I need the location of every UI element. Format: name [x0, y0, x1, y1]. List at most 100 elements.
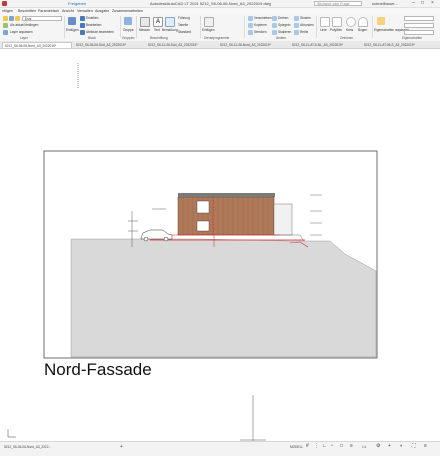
osnap-icon[interactable]: □	[340, 444, 343, 449]
group-label-annotation[interactable]: Beschriftung	[150, 36, 168, 40]
move-button[interactable]: Verschieben	[254, 16, 272, 20]
group-icon[interactable]	[124, 17, 132, 25]
add-layout-icon[interactable]: +	[120, 445, 123, 450]
rotate-icon[interactable]	[272, 16, 277, 21]
text-style-dropdown[interactable]: Standard	[178, 30, 191, 34]
minimize-icon[interactable]: –	[412, 0, 415, 7]
scale-icon[interactable]	[272, 30, 277, 35]
move-icon[interactable]	[248, 16, 253, 21]
file-tab[interactable]: 5212_S6-11-AT-06-S_A3_2022019*	[362, 42, 432, 48]
linetype-dropdown[interactable]	[404, 23, 434, 28]
mirror-button[interactable]: Spiegeln	[278, 23, 290, 27]
snap-icon[interactable]: ⋮	[314, 444, 319, 449]
color-dropdown[interactable]	[404, 16, 434, 21]
group-label-properties[interactable]: Eigenschaften	[402, 36, 422, 40]
block-attribute-icon[interactable]	[80, 30, 85, 35]
fillet-button[interactable]: Abrunden	[300, 23, 314, 27]
stretch-icon[interactable]	[248, 30, 253, 35]
file-tab[interactable]: 5212_S6-11-06-Nord_A3_2022019*	[218, 42, 288, 48]
annotation-scale[interactable]: 1:1	[362, 445, 366, 449]
group-label-block[interactable]: Block	[88, 36, 96, 40]
layer-dropdown[interactable]: Esrs	[22, 16, 62, 21]
arc-icon[interactable]	[358, 17, 368, 27]
table-button[interactable]: Tabelle	[178, 23, 188, 27]
insert-block-icon[interactable]	[68, 17, 76, 25]
file-tab-active[interactable]: 5212_S6-06-06-Nord_A3_2022019*	[2, 42, 72, 48]
isolate-icon[interactable]: ◐	[400, 444, 403, 449]
file-tab-label: 5212_S6-11-AT-6-NL_A3_2022019*	[292, 43, 343, 47]
file-tab[interactable]: 5212_S6-06-06-Süd_A3_2022019*	[74, 42, 144, 48]
close-icon[interactable]: ×	[431, 0, 434, 7]
leader-button[interactable]: Führung	[178, 16, 190, 20]
drawing-svg	[7, 63, 378, 441]
measure-button[interactable]: Messen	[139, 28, 150, 32]
measure-icon[interactable]	[140, 17, 150, 27]
grid-icon[interactable]: #	[306, 444, 309, 449]
rotate-button[interactable]: Drehen	[278, 16, 288, 20]
search-input[interactable]: Stichwort oder Frage eingeben	[314, 1, 362, 11]
match-properties-icon[interactable]	[377, 17, 385, 25]
dimension-button[interactable]: Bemaßung	[162, 28, 178, 32]
polyline-button[interactable]: Polylinie	[330, 28, 342, 32]
block-create-button[interactable]: Erstellen	[86, 16, 98, 20]
block-edit-icon[interactable]	[80, 23, 85, 28]
arc-button[interactable]: Bogen	[358, 28, 367, 32]
group-label-utilities[interactable]: Dienstprogramme	[204, 36, 229, 40]
trim-button[interactable]: Stutzen	[300, 16, 311, 20]
layer-match-button[interactable]: Layer anpassen	[10, 30, 33, 34]
status-bar: 5212_S6-06-06-Nord_A3_2022... + MODELL #…	[0, 441, 440, 456]
copy-icon[interactable]	[248, 23, 253, 28]
group-button[interactable]: Gruppe	[123, 28, 134, 32]
line-icon[interactable]	[320, 17, 330, 27]
copy-button[interactable]: Kopieren	[254, 23, 267, 27]
menu-icon[interactable]: ≡	[424, 444, 427, 449]
insert-button[interactable]: Einfügen	[66, 28, 79, 32]
polar-icon[interactable]: ◔	[330, 444, 333, 449]
app-logo-icon[interactable]	[2, 1, 7, 6]
array-icon[interactable]	[294, 30, 299, 35]
stretch-button[interactable]: Strecken	[254, 30, 267, 34]
fillet-icon[interactable]	[294, 23, 299, 28]
text-button[interactable]: Text	[154, 28, 160, 32]
fullscreen-icon[interactable]: ⛶	[412, 444, 416, 449]
set-current-button[interactable]: Als aktuell festlegen	[10, 23, 38, 27]
lineweight-icon[interactable]: ≡	[350, 444, 353, 449]
user-name[interactable]: schnellbauer...	[372, 0, 398, 7]
block-edit-button[interactable]: Bearbeiten	[86, 23, 101, 27]
gear-icon[interactable]: ⚙	[376, 444, 380, 449]
polyline-icon[interactable]	[332, 17, 342, 27]
lineweight-dropdown[interactable]	[404, 30, 434, 35]
group-label-modify[interactable]: Ändern	[276, 36, 286, 40]
maximize-icon[interactable]: □	[421, 0, 424, 7]
group-label-layer[interactable]: Layer	[20, 36, 28, 40]
circle-icon[interactable]	[346, 17, 356, 27]
drawing-canvas[interactable]: Nord-Fassade	[0, 49, 440, 441]
line-button[interactable]: Linie	[320, 28, 327, 32]
model-space-toggle[interactable]: MODELL	[290, 445, 303, 449]
clipboard-icon[interactable]	[204, 17, 214, 27]
group-label-draw[interactable]: Zeichnen	[340, 36, 353, 40]
layout-tab-label[interactable]: 5212_S6-06-06-Nord_A3_2022...	[4, 445, 51, 449]
layer-lock-icon[interactable]	[15, 16, 20, 21]
share-link[interactable]: Freigeben	[68, 0, 86, 7]
mirror-icon[interactable]	[272, 23, 277, 28]
file-tab[interactable]: 5212_S6-11-AT-6-NL_A3_2022019*	[290, 42, 360, 48]
dimension-icon[interactable]	[165, 17, 175, 27]
layer-state-icon[interactable]	[9, 16, 14, 21]
trim-icon[interactable]	[294, 16, 299, 21]
file-tab[interactable]: 5212_S6-11-06-Süd_A3_2022019*	[146, 42, 216, 48]
layer-match-icon[interactable]	[3, 30, 8, 35]
block-create-icon[interactable]	[80, 16, 85, 21]
circle-button[interactable]: Kreis	[346, 28, 353, 32]
text-icon[interactable]: A	[153, 17, 163, 27]
title-bar: Freigeben AutodeskAutoCAD LT 2021 5212_S…	[0, 0, 440, 11]
group-label-groups[interactable]: Gruppen	[122, 36, 134, 40]
scale-button[interactable]: Skalieren	[278, 30, 291, 34]
paste-button[interactable]: Einfügen	[202, 28, 215, 32]
layer-current-icon[interactable]	[3, 23, 8, 28]
array-button[interactable]: Reihe	[300, 30, 308, 34]
ortho-icon[interactable]: ∟	[322, 444, 327, 449]
layer-properties-icon[interactable]	[3, 16, 8, 21]
block-attribute-button[interactable]: Attribute bearbeiten	[86, 30, 114, 34]
plus-icon[interactable]: +	[388, 444, 391, 449]
